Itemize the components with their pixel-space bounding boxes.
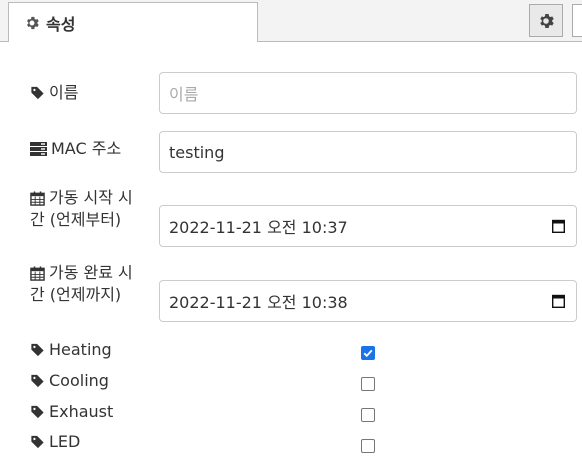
heating-label-text: Heating bbox=[49, 340, 112, 359]
led-checkbox[interactable] bbox=[361, 439, 375, 453]
tag-icon bbox=[31, 86, 44, 100]
overflow-button[interactable] bbox=[572, 4, 582, 37]
start-time-label-row: 가동 시작 시 bbox=[30, 187, 133, 209]
name-field[interactable]: 이름 bbox=[159, 72, 577, 114]
end-time-label-line2: 간 (언제까지) bbox=[30, 285, 122, 304]
cooling-label-text: Cooling bbox=[49, 371, 109, 390]
tab-properties[interactable]: 속성 bbox=[8, 2, 258, 42]
name-field-placeholder: 이름 bbox=[169, 85, 199, 104]
gear-icon bbox=[540, 13, 554, 28]
tag-icon bbox=[31, 405, 44, 419]
calendar-picker-icon[interactable] bbox=[552, 294, 565, 308]
end-time-label-row: 가동 완료 시 bbox=[30, 262, 133, 284]
tag-icon bbox=[31, 435, 44, 449]
tab-label: 속성 bbox=[46, 14, 76, 34]
gear-icon bbox=[27, 16, 39, 29]
start-time-field[interactable]: 2022-11-21 오전 10:37 bbox=[159, 205, 577, 247]
end-time-label-line1: 가동 완료 시 bbox=[49, 263, 133, 282]
mac-address-field[interactable]: testing bbox=[159, 131, 577, 173]
mac-label: MAC 주소 bbox=[30, 138, 121, 160]
heating-label: Heating bbox=[30, 339, 112, 361]
led-label: LED bbox=[30, 431, 80, 453]
start-time-label-line1: 가동 시작 시 bbox=[49, 188, 133, 207]
mac-field-value: testing bbox=[169, 142, 225, 162]
start-time-value: 2022-11-21 오전 10:37 bbox=[169, 218, 348, 237]
checkmark-icon bbox=[363, 349, 373, 358]
calendar-picker-icon[interactable] bbox=[552, 219, 565, 233]
start-time-label-line2: 간 (언제부터) bbox=[30, 210, 122, 229]
mac-label-text: MAC 주소 bbox=[51, 139, 122, 158]
server-icon bbox=[30, 142, 47, 156]
exhaust-label-text: Exhaust bbox=[49, 402, 114, 421]
name-label: 이름 bbox=[30, 82, 78, 104]
tag-icon bbox=[31, 374, 44, 388]
end-time-value: 2022-11-21 오전 10:38 bbox=[169, 293, 348, 312]
start-time-label: 가동 시작 시 간 (언제부터) bbox=[30, 187, 133, 231]
cooling-label: Cooling bbox=[30, 370, 109, 392]
tab-bar: 속성 bbox=[0, 0, 582, 42]
exhaust-checkbox[interactable] bbox=[361, 408, 375, 422]
heating-checkbox[interactable] bbox=[361, 346, 375, 360]
end-time-field[interactable]: 2022-11-21 오전 10:38 bbox=[159, 280, 577, 322]
cooling-checkbox[interactable] bbox=[361, 377, 375, 391]
tag-icon bbox=[31, 343, 44, 357]
calendar-icon bbox=[30, 266, 45, 281]
name-label-text: 이름 bbox=[49, 83, 79, 102]
led-label-text: LED bbox=[49, 432, 81, 451]
settings-button[interactable] bbox=[529, 4, 563, 37]
calendar-icon bbox=[30, 191, 45, 206]
exhaust-label: Exhaust bbox=[30, 401, 113, 423]
end-time-label: 가동 완료 시 간 (언제까지) bbox=[30, 262, 133, 306]
